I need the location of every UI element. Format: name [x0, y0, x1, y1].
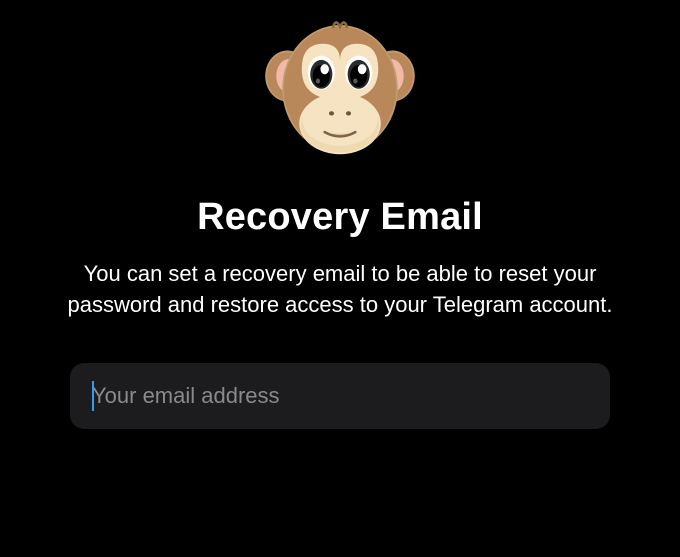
page-title: Recovery Email: [197, 196, 483, 239]
monkey-emoji-icon: [255, 8, 425, 178]
email-input[interactable]: [70, 363, 610, 429]
email-input-container: [70, 363, 610, 429]
page-description: You can set a recovery email to be able …: [45, 259, 635, 321]
